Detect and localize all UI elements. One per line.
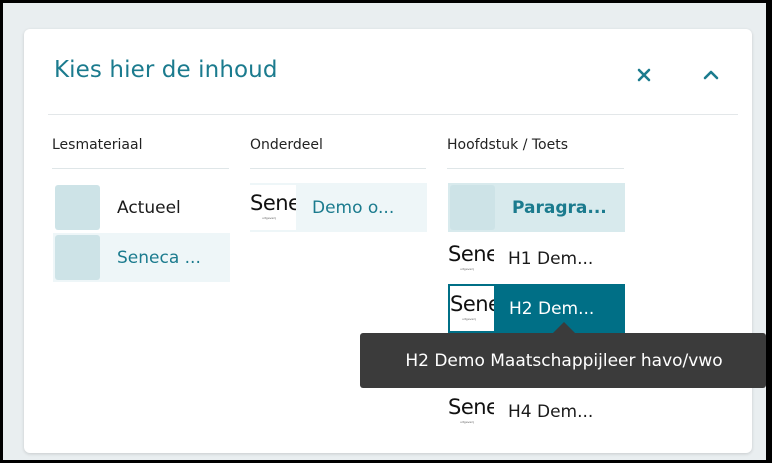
seneca-logo: Sene uitgeverij [250, 185, 296, 230]
column-divider [250, 168, 426, 169]
list-item-seneca[interactable]: Seneca ... [53, 233, 230, 282]
list-item-h4[interactable]: Sene uitgeverij H4 Dem... [448, 387, 625, 436]
app-background: Kies hier de inhoud Lesmateriaal Onderde… [3, 3, 766, 460]
item-thumbnail [450, 185, 495, 230]
seneca-logo: Sene uitgeverij [448, 236, 494, 281]
close-icon [637, 68, 651, 82]
column-header-onderdeel: Onderdeel [250, 137, 323, 153]
item-label: H4 Dem... [508, 401, 594, 422]
tooltip-arrow [553, 322, 575, 333]
item-label: Demo o... [312, 197, 395, 218]
seneca-logo: Sene uitgeverij [449, 285, 495, 332]
seneca-logo: Sene uitgeverij [448, 389, 494, 434]
item-thumbnail [55, 185, 100, 230]
item-label: H2 Dem... [509, 298, 595, 319]
column-header-hoofdstuk: Hoofdstuk / Toets [447, 137, 568, 153]
list-item-demo-onderdeel[interactable]: Sene uitgeverij Demo o... [250, 183, 427, 232]
list-item-h1[interactable]: Sene uitgeverij H1 Dem... [448, 234, 625, 283]
column-header-lesmateriaal: Lesmateriaal [52, 137, 143, 153]
close-button[interactable] [630, 61, 658, 89]
chevron-up-icon [703, 70, 719, 80]
item-label: Actueel [117, 197, 181, 218]
item-label: Seneca ... [117, 247, 201, 268]
item-label: Paragra... [512, 197, 607, 218]
collapse-button[interactable] [697, 61, 725, 89]
column-divider [52, 168, 229, 169]
tooltip: H2 Demo Maatschappijleer havo/vwo [360, 333, 766, 388]
item-label: H1 Dem... [508, 248, 594, 269]
panel-title: Kies hier de inhoud [54, 57, 278, 83]
item-thumbnail [55, 235, 100, 280]
content-picker-panel: Kies hier de inhoud Lesmateriaal Onderde… [24, 29, 752, 453]
list-item-actueel[interactable]: Actueel [53, 183, 230, 232]
column-divider [447, 168, 624, 169]
list-item-h2[interactable]: Sene uitgeverij H2 Dem... [448, 284, 625, 333]
header-divider [48, 114, 738, 115]
list-item-paragraaf[interactable]: Paragra... [448, 183, 625, 232]
